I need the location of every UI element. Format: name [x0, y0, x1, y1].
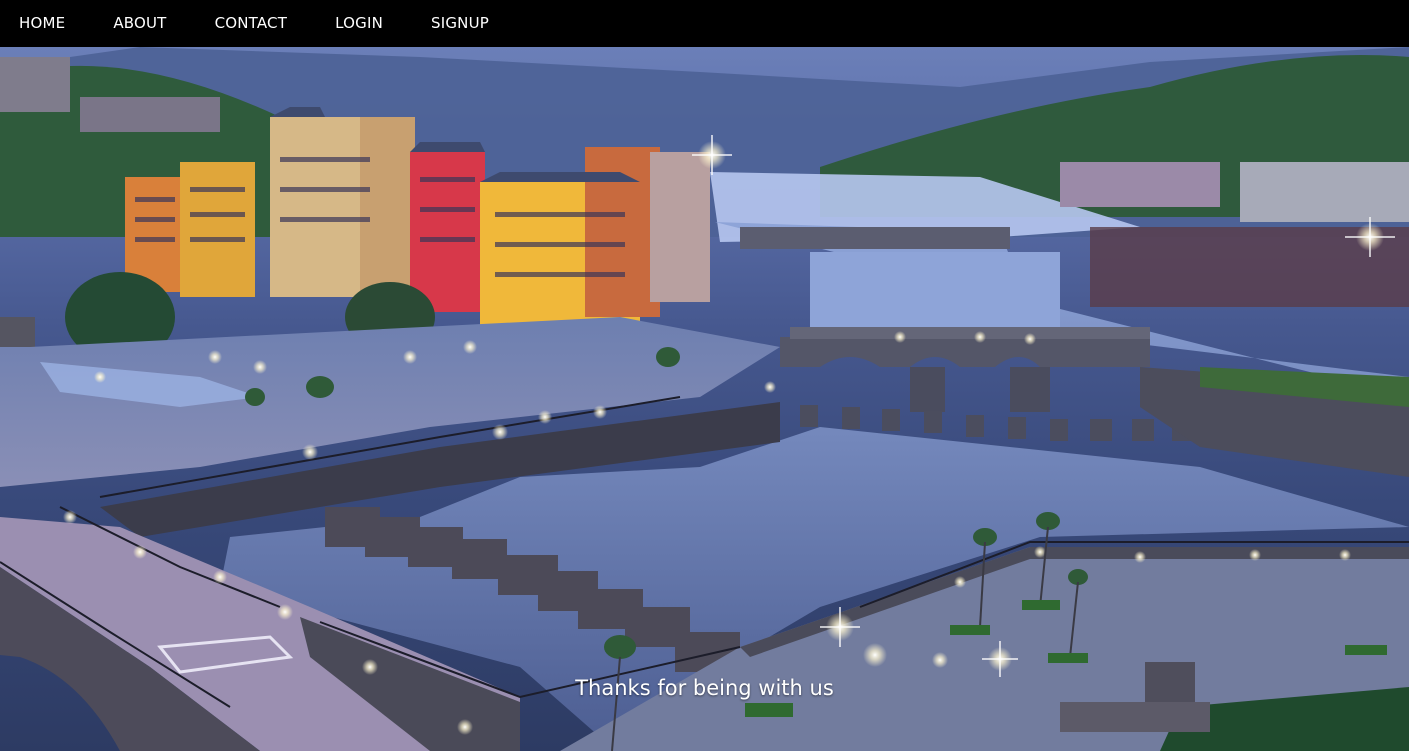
nav-link-home[interactable]: HOME [19, 0, 65, 47]
nav-link-contact[interactable]: CONTACT [215, 0, 288, 47]
top-navbar: HOME ABOUT CONTACT LOGIN SIGNUP [0, 0, 1409, 47]
hero-background-image: Thanks for being with us [0, 47, 1409, 751]
nav-link-about[interactable]: ABOUT [113, 0, 166, 47]
nav-link-signup[interactable]: SIGNUP [431, 0, 489, 47]
hero-caption: Thanks for being with us [575, 676, 834, 700]
nav-link-login[interactable]: LOGIN [335, 0, 383, 47]
hero-scene-illustration [0, 47, 1409, 751]
